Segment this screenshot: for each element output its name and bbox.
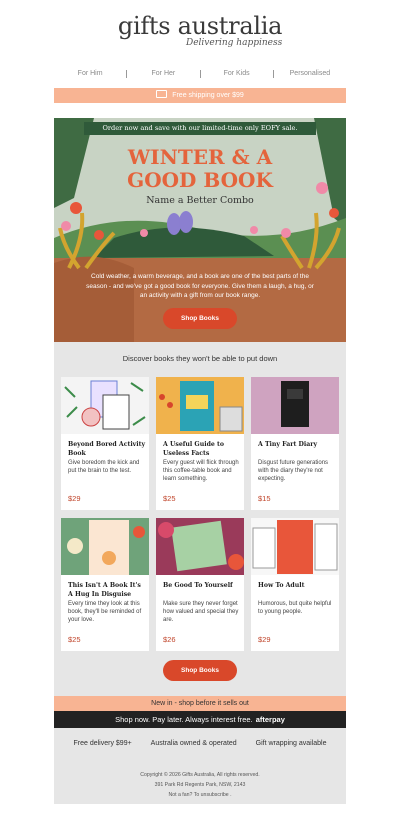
- product-description: Disgust future generations with the diar…: [258, 460, 329, 482]
- unsubscribe-link[interactable]: Not a fan? To unsubscribe .: [54, 790, 346, 800]
- email-header: gifts australia Delivering happiness: [0, 0, 400, 58]
- product-title[interactable]: This Isn't A Book It's A Hug In Disguise: [68, 581, 146, 599]
- product-price: $26: [163, 635, 176, 644]
- product-price: $25: [68, 635, 81, 644]
- free-shipping-bar[interactable]: Free shipping over $99: [54, 88, 346, 103]
- shop-books-button-secondary[interactable]: Shop Books: [163, 660, 237, 681]
- product-image[interactable]: [251, 518, 339, 575]
- afterpay-text: Shop now. Pay later. Always interest fre…: [115, 715, 253, 724]
- new-in-bar[interactable]: New in - shop before it sells out: [54, 696, 346, 711]
- product-description: Give boredom the kick and put the brain …: [68, 460, 140, 474]
- hero-title-line1: WINTER & A: [127, 145, 273, 169]
- product-title[interactable]: How To Adult: [258, 581, 336, 590]
- product-image[interactable]: [61, 377, 149, 434]
- truck-icon: [156, 90, 168, 99]
- product-card[interactable]: Be Good To Yourself Make sure they never…: [156, 518, 244, 651]
- nav-item-personalised[interactable]: Personalised: [274, 68, 346, 82]
- category-nav: For Him For Her For Kids Personalised: [54, 68, 346, 82]
- product-description: Every guest will flick through this coff…: [163, 460, 239, 482]
- products-section: Discover books they won't be able to put…: [54, 342, 346, 696]
- hero-title: WINTER & A GOOD BOOK: [54, 146, 346, 192]
- product-title[interactable]: Beyond Bored Activity Book: [68, 440, 146, 458]
- brand-logo[interactable]: gifts australia: [0, 12, 400, 40]
- company-address: 391 Park Rd Regents Park, NSW, 2143: [154, 782, 246, 788]
- brand-tagline: Delivering happiness: [186, 38, 283, 48]
- product-price: $15: [258, 494, 271, 503]
- nav-item-for-her[interactable]: For Her: [127, 68, 199, 82]
- product-description: Every time they look at this book, they'…: [68, 601, 142, 623]
- product-description: Make sure they never forget how valued a…: [163, 601, 239, 623]
- product-price: $29: [68, 494, 81, 503]
- product-card[interactable]: A Useful Guide to Useless Facts Every gu…: [156, 377, 244, 510]
- product-image[interactable]: [156, 377, 244, 434]
- product-image[interactable]: [251, 377, 339, 434]
- product-image[interactable]: [156, 518, 244, 575]
- usp-row: Free delivery $99+ Australia owned & ope…: [54, 740, 346, 747]
- free-shipping-text: Free shipping over $99: [172, 92, 244, 99]
- afterpay-bar[interactable]: Shop now. Pay later. Always interest fre…: [54, 711, 346, 728]
- product-title[interactable]: Be Good To Yourself: [163, 581, 241, 590]
- copyright-text: Copyright © 2026 Gifts Australia, All ri…: [140, 772, 260, 778]
- product-description: Humorous, but quite helpful to young peo…: [258, 601, 332, 615]
- product-card[interactable]: This Isn't A Book It's A Hug In Disguise…: [61, 518, 149, 651]
- product-title[interactable]: A Tiny Fart Diary: [258, 440, 336, 449]
- copyright-block: Copyright © 2026 Gifts Australia, All ri…: [54, 770, 346, 800]
- hero-title-line2: GOOD BOOK: [127, 168, 273, 192]
- nav-item-for-him[interactable]: For Him: [54, 68, 126, 82]
- usp-gift-wrapping: Gift wrapping available: [255, 740, 327, 747]
- products-heading: Discover books they won't be able to put…: [122, 354, 278, 363]
- hero-body-text: Cold weather, a warm beverage, and a boo…: [86, 273, 314, 299]
- hero-banner[interactable]: Order now and save with our limited-time…: [54, 118, 346, 342]
- shop-books-button[interactable]: Shop Books: [163, 308, 237, 329]
- product-title[interactable]: A Useful Guide to Useless Facts: [163, 440, 241, 458]
- hero-subtitle: Name a Better Combo: [146, 195, 254, 206]
- afterpay-logo: afterpay: [255, 715, 285, 724]
- product-card[interactable]: Beyond Bored Activity Book Give boredom …: [61, 377, 149, 510]
- product-card[interactable]: A Tiny Fart Diary Disgust future generat…: [251, 377, 339, 510]
- usp-australia-owned: Australia owned & operated: [150, 740, 237, 747]
- eofy-sale-banner: Order now and save with our limited-time…: [84, 122, 316, 135]
- product-price: $29: [258, 635, 271, 644]
- email-footer: Free delivery $99+ Australia owned & ope…: [54, 728, 346, 804]
- nav-item-for-kids[interactable]: For Kids: [201, 68, 273, 82]
- product-card[interactable]: How To Adult Humorous, but quite helpful…: [251, 518, 339, 651]
- product-price: $25: [163, 494, 176, 503]
- usp-free-delivery: Free delivery $99+: [73, 740, 132, 747]
- product-image[interactable]: [61, 518, 149, 575]
